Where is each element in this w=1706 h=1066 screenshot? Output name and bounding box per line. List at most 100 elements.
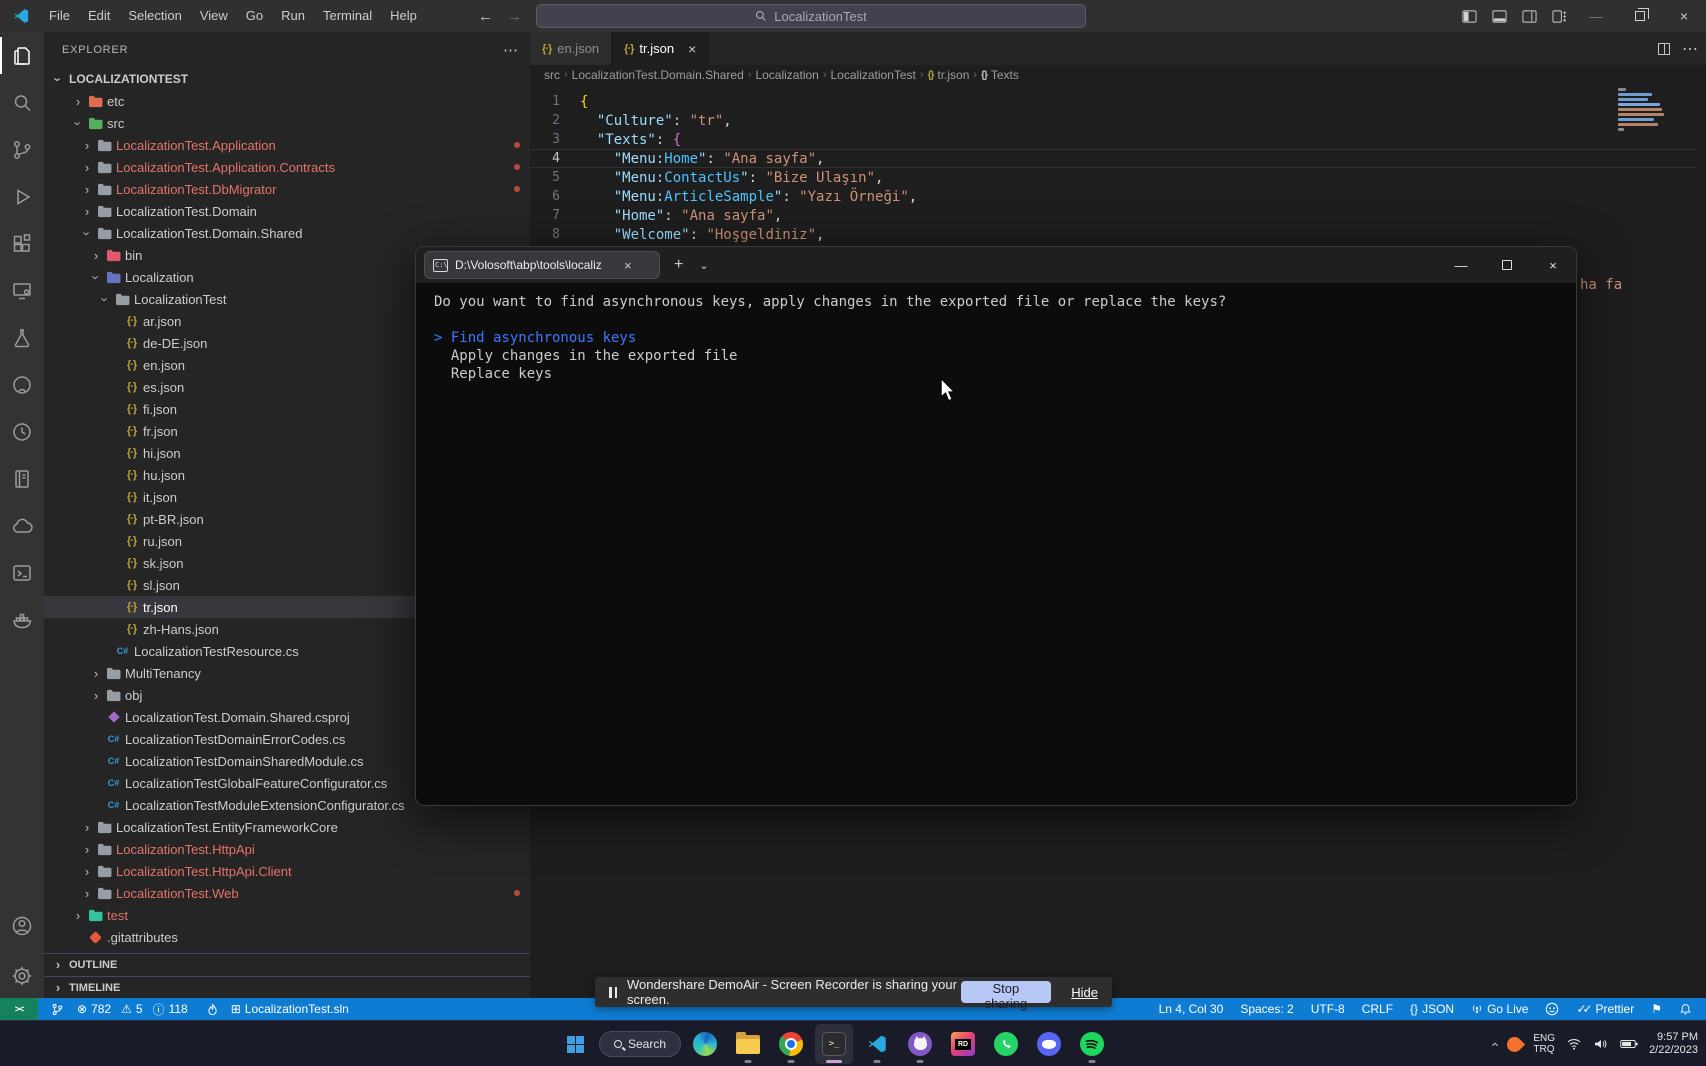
problems-status[interactable]: ⊗782 ⚠5 ⓘ118 (77, 1001, 194, 1018)
taskbar-edge[interactable] (686, 1024, 724, 1064)
terminal-activity-icon[interactable] (0, 549, 44, 596)
code-line-4[interactable]: 4 "Menu:Home": "Ana sayfa", (530, 149, 1706, 168)
explorer-more-actions-icon[interactable]: ⋯ (503, 41, 518, 59)
tree-item-localizationtest.domain[interactable]: ›LocalizationTest.Domain (44, 200, 530, 222)
terminal-new-tab-icon[interactable]: + (674, 256, 683, 274)
taskbar-windows-terminal[interactable]: >_ (815, 1024, 853, 1064)
terminal-option-3[interactable]: Replace keys (434, 365, 1558, 383)
tree-item-.gitattributes[interactable]: ›.gitattributes (44, 926, 530, 948)
breadcrumb-item[interactable]: tr.json (937, 68, 969, 82)
terminal-dropdown-icon[interactable]: ⌄ (699, 259, 708, 272)
cloud-activity-icon[interactable] (0, 502, 44, 549)
source-control-status-icon[interactable] (51, 1003, 64, 1016)
outline-section-header[interactable]: › OUTLINE (44, 953, 530, 975)
menu-selection[interactable]: Selection (119, 0, 190, 32)
nav-forward-icon[interactable]: → (507, 8, 522, 25)
start-button[interactable] (556, 1024, 594, 1064)
taskbar-whatsapp[interactable] (987, 1024, 1025, 1064)
code-line-5[interactable]: 5 "Menu:ContactUs": "Bize Ulaşın", (530, 168, 1706, 187)
remote-explorer-activity-icon[interactable] (0, 267, 44, 314)
window-restore-button[interactable] (1618, 0, 1662, 32)
code-line-7[interactable]: 7 "Home": "Ana sayfa", (530, 206, 1706, 225)
tree-item-test[interactable]: ›test (44, 904, 530, 926)
terminal-title-bar[interactable]: C:\ D:\Volosoft\abp\tools\localiz × + ⌄ … (416, 247, 1576, 283)
timeline-section-header[interactable]: › TIMELINE (44, 976, 530, 998)
tree-item-localizationtest.dbmigrator[interactable]: ›LocalizationTest.DbMigrator (44, 178, 530, 200)
notebooks-activity-icon[interactable] (0, 455, 44, 502)
tab-en-json[interactable]: {·} en.json (530, 32, 612, 65)
run-debug-activity-icon[interactable] (0, 173, 44, 220)
taskbar-vscode[interactable] (858, 1024, 896, 1064)
docker-activity-icon[interactable] (0, 596, 44, 643)
breadcrumb-item[interactable]: Texts (991, 68, 1019, 82)
tab-close-icon[interactable]: × (688, 41, 696, 57)
tray-hidden-icons-chevron[interactable]: › (1487, 1042, 1502, 1046)
breadcrumb[interactable]: src›LocalizationTest.Domain.Shared›Local… (530, 65, 1706, 85)
taskbar-file-explorer[interactable] (729, 1024, 767, 1064)
battery-icon[interactable] (1620, 1037, 1638, 1051)
tree-item-localizationtest.httpapi[interactable]: ›LocalizationTest.HttpApi (44, 838, 530, 860)
toggle-secondary-sidebar-icon[interactable] (1514, 0, 1544, 32)
code-view[interactable]: 1{2 "Culture": "tr",3 "Texts": {4 "Menu:… (530, 85, 1706, 244)
demoair-tray-icon[interactable] (1504, 1033, 1525, 1054)
cursor-position-status[interactable]: Ln 4, Col 30 (1159, 1002, 1224, 1016)
toggle-panel-icon[interactable] (1484, 0, 1514, 32)
wifi-icon[interactable] (1566, 1037, 1582, 1051)
taskbar-search[interactable]: Search (599, 1031, 681, 1057)
tray-clock[interactable]: 9:57 PM 2/22/2023 (1649, 1031, 1698, 1057)
terminal-maximize-button[interactable] (1484, 247, 1530, 283)
breadcrumb-item[interactable]: LocalizationTest.Domain.Shared (572, 68, 744, 82)
terminal-minimize-button[interactable]: — (1438, 247, 1484, 283)
terminal-tab-close-icon[interactable]: × (624, 258, 632, 273)
prettier-status[interactable]: ✓✓Prettier (1576, 1002, 1634, 1016)
taskbar-chrome[interactable] (772, 1024, 810, 1064)
menu-help[interactable]: Help (381, 0, 426, 32)
menu-run[interactable]: Run (272, 0, 314, 32)
tree-item-localizationtest.httpapi.client[interactable]: ›LocalizationTest.HttpApi.Client (44, 860, 530, 882)
code-line-6[interactable]: 6 "Menu:ArticleSample": "Yazı Örneği", (530, 187, 1706, 206)
stop-sharing-button[interactable]: Stop sharing (961, 981, 1052, 1003)
solution-status[interactable]: ⊞ LocalizationTest.sln (231, 1002, 349, 1016)
account-activity-icon[interactable] (0, 904, 44, 948)
menu-terminal[interactable]: Terminal (314, 0, 381, 32)
flame-icon[interactable] (207, 1003, 218, 1016)
split-editor-icon[interactable] (1658, 43, 1670, 55)
hide-link[interactable]: Hide (1071, 985, 1098, 1000)
menu-file[interactable]: File (40, 0, 79, 32)
tree-root-localizationtest[interactable]: › LOCALIZATIONTEST (44, 68, 530, 90)
breadcrumb-item[interactable]: src (544, 68, 560, 82)
tree-item-localizationtest.web[interactable]: ›LocalizationTest.Web (44, 882, 530, 904)
window-close-button[interactable]: × (1662, 0, 1706, 32)
window-minimize-button[interactable]: — (1574, 0, 1618, 32)
minimap[interactable] (1618, 88, 1668, 133)
terminal-tab[interactable]: C:\ D:\Volosoft\abp\tools\localiz × (424, 251, 660, 279)
settings-activity-icon[interactable] (0, 954, 44, 998)
remote-indicator[interactable]: >< (0, 998, 38, 1020)
menu-view[interactable]: View (191, 0, 237, 32)
tree-item-src[interactable]: ›src (44, 112, 530, 134)
tree-item-etc[interactable]: ›etc (44, 90, 530, 112)
nav-back-icon[interactable]: ← (478, 8, 493, 25)
terminal-close-button[interactable]: × (1530, 247, 1576, 283)
tree-item-localizationtest.application.contracts[interactable]: ›LocalizationTest.Application.Contracts (44, 156, 530, 178)
tree-item-localizationtest.entityframeworkcore[interactable]: ›LocalizationTest.EntityFrameworkCore (44, 816, 530, 838)
code-line-2[interactable]: 2 "Culture": "tr", (530, 111, 1706, 130)
go-live-status[interactable]: Go Live (1471, 1002, 1528, 1016)
testing-activity-icon[interactable] (0, 314, 44, 361)
menu-edit[interactable]: Edit (79, 0, 119, 32)
gitlens-activity-icon[interactable] (0, 408, 44, 455)
taskbar-rider[interactable]: RD (944, 1024, 982, 1064)
encoding-status[interactable]: UTF-8 (1311, 1002, 1345, 1016)
breadcrumb-item[interactable]: LocalizationTest (831, 68, 916, 82)
code-line-8[interactable]: 8 "Welcome": "Hoşgeldiniz", (530, 225, 1706, 244)
search-activity-icon[interactable] (0, 79, 44, 126)
language-mode-status[interactable]: {}JSON (1410, 1002, 1454, 1016)
tree-item-localizationtest.domain.shared[interactable]: ›LocalizationTest.Domain.Shared (44, 222, 530, 244)
source-control-activity-icon[interactable] (0, 126, 44, 173)
extensions-activity-icon[interactable] (0, 220, 44, 267)
eol-status[interactable]: CRLF (1362, 1002, 1393, 1016)
terminal-option-1[interactable]: > Find asynchronous keys (434, 329, 1558, 347)
terminal-option-2[interactable]: Apply changes in the exported file (434, 347, 1558, 365)
tree-item-localizationtest.application[interactable]: ›LocalizationTest.Application (44, 134, 530, 156)
explorer-activity-icon[interactable] (0, 32, 44, 79)
